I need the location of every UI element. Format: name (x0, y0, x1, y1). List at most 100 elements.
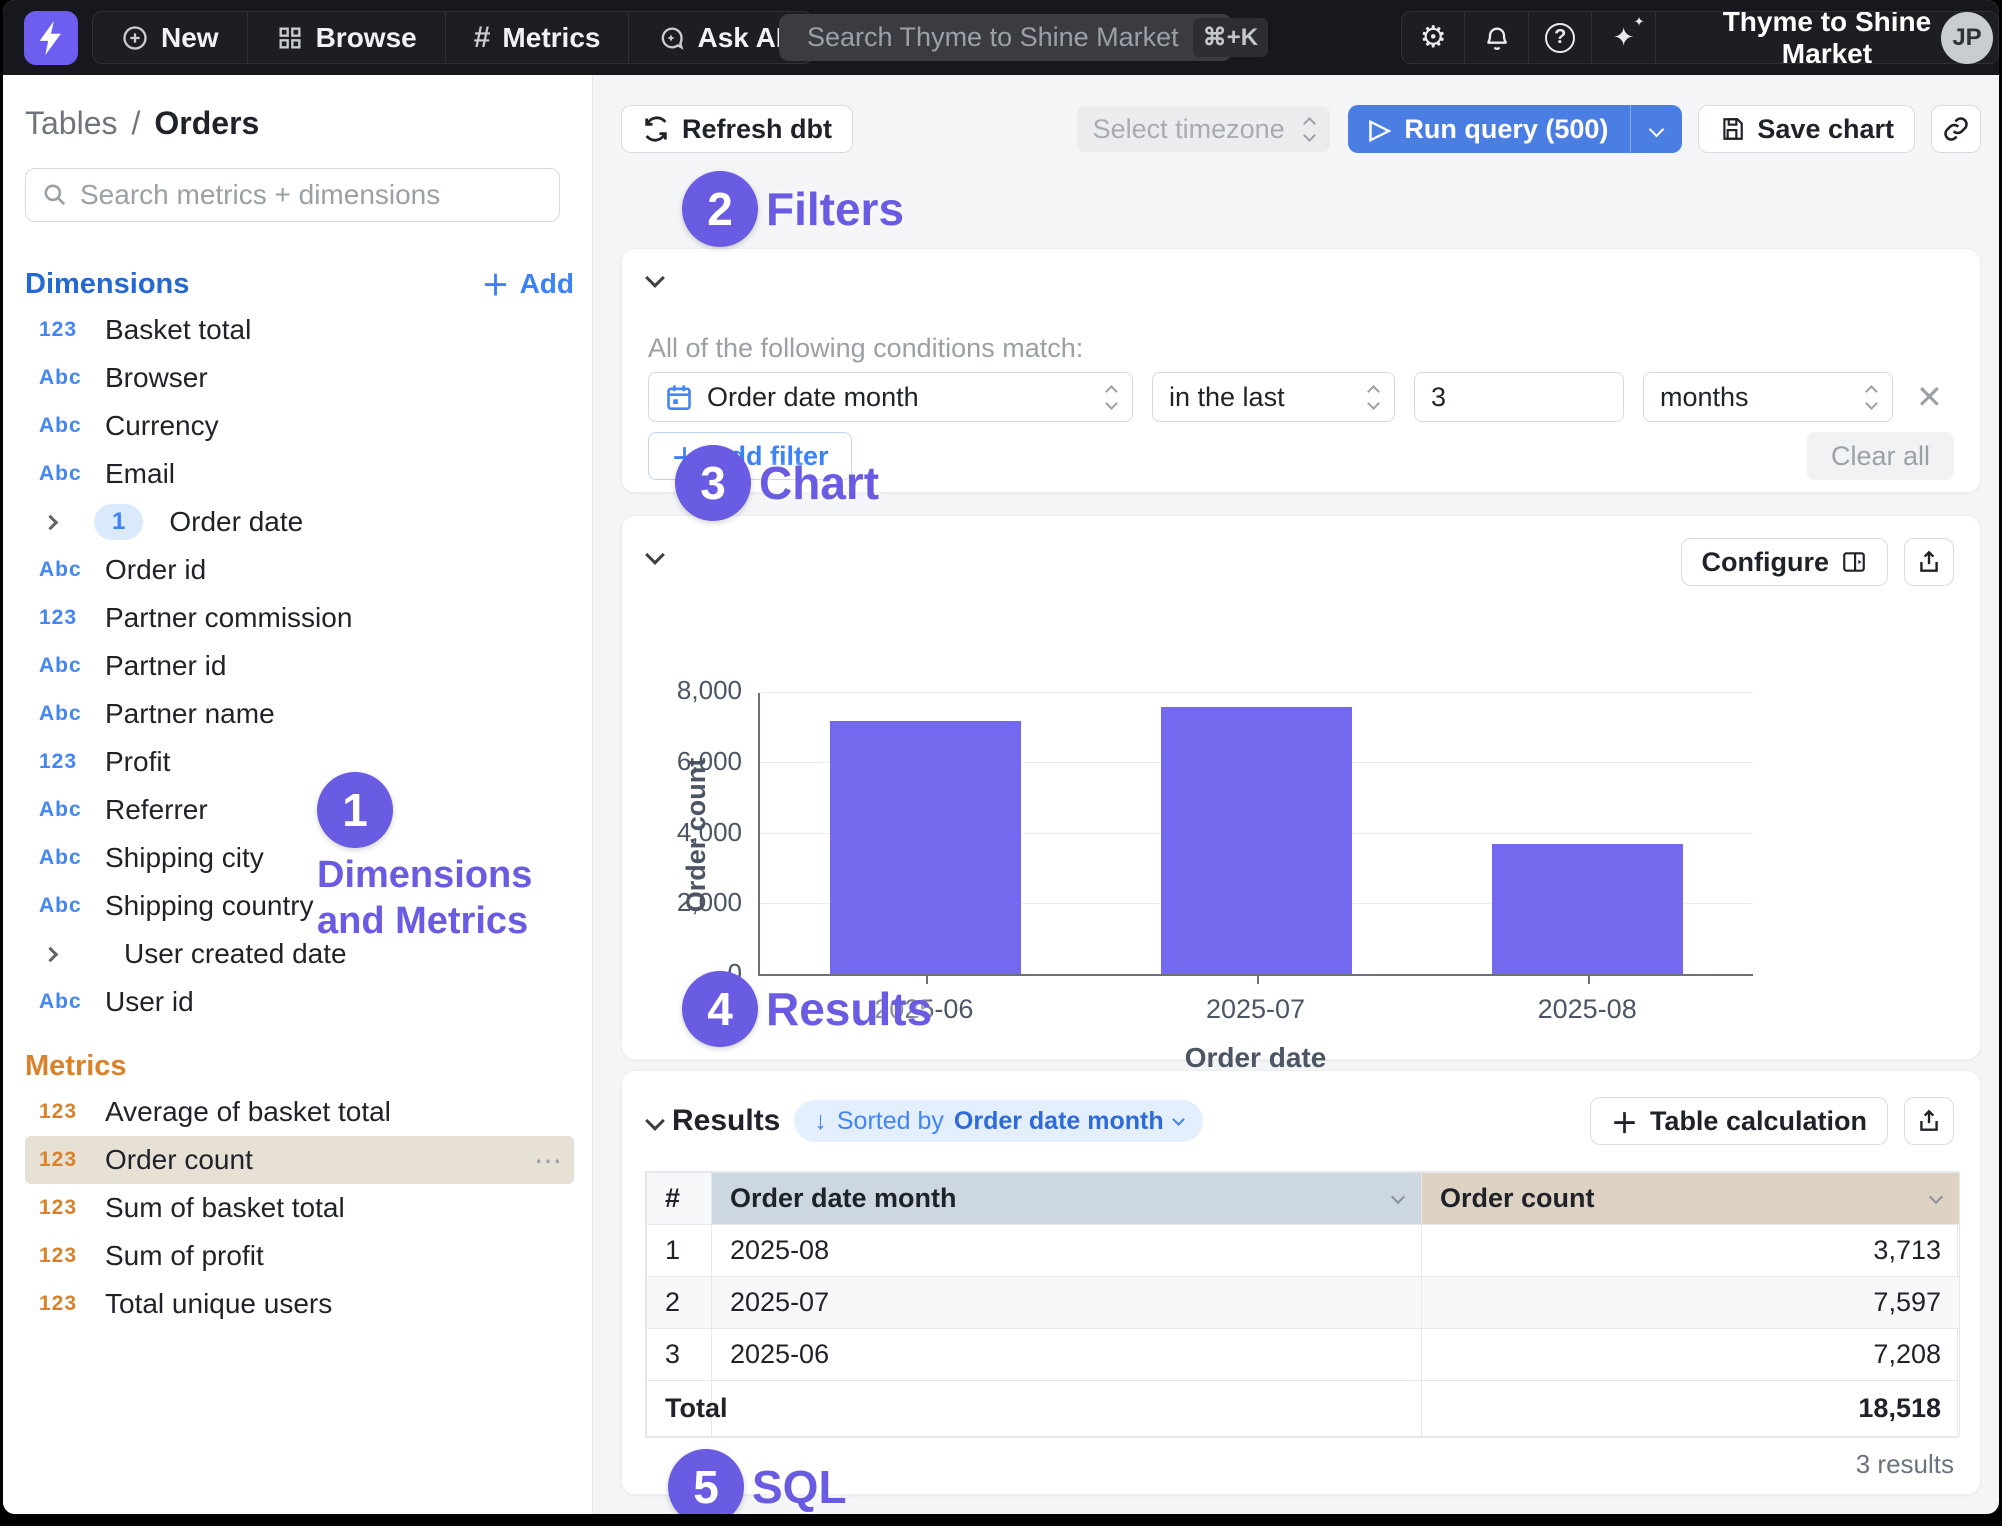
bar-band (1091, 693, 1422, 974)
filter-amount-field[interactable] (1415, 373, 1624, 421)
export-results-button[interactable] (1904, 1097, 1954, 1145)
results-section: Results ↓ Sorted by Order date month ＋ T… (621, 1070, 1981, 1495)
settings-button[interactable]: ⚙ (1402, 12, 1465, 63)
add-filter-label: Add filter (710, 441, 829, 472)
dimension-partner-commission[interactable]: 123Partner commission (25, 594, 574, 642)
table-row: 1 2025-08 3,713 (647, 1225, 1960, 1277)
chevron-right-icon[interactable] (43, 514, 59, 530)
row-index: 1 (647, 1225, 712, 1277)
collapse-filters-chevron[interactable] (645, 268, 665, 288)
filter-operator-select[interactable]: in the last (1152, 372, 1395, 422)
sorted-by-pill[interactable]: ↓ Sorted by Order date month (794, 1100, 1202, 1142)
string-type-icon: Abc (39, 366, 85, 390)
dimension-currency[interactable]: AbcCurrency (25, 402, 574, 450)
dimension-order-id[interactable]: AbcOrder id (25, 546, 574, 594)
dimension-user-created-date[interactable]: User created date (25, 930, 574, 978)
filter-field-select[interactable]: Order date month (648, 372, 1133, 422)
app-logo[interactable] (24, 11, 78, 65)
metric-order-count[interactable]: 123Order count⋯ (25, 1136, 574, 1184)
column-header-order-count[interactable]: Order count (1422, 1173, 1960, 1225)
field-label: Referrer (105, 794, 208, 826)
nav-new-button[interactable]: New (93, 12, 248, 63)
play-icon: ▷ (1370, 114, 1391, 145)
nav-new-label: New (161, 22, 219, 54)
bar-group (760, 693, 1753, 974)
chevron-right-icon[interactable] (43, 946, 59, 962)
filters-subtitle: All of the following conditions match: (648, 333, 1980, 364)
filters-section: All of the following conditions match: O… (621, 248, 1981, 493)
field-label: Partner name (105, 698, 275, 730)
filter-amount-input (1414, 372, 1624, 422)
bar-2025-07[interactable] (1161, 707, 1353, 974)
dimension-order-date[interactable]: 1Order date (25, 498, 574, 546)
field-label: Order count (105, 1144, 253, 1176)
user-avatar[interactable]: JP (1941, 12, 1993, 64)
nav-metrics-button[interactable]: # Metrics (446, 12, 630, 63)
share-link-button[interactable] (1931, 105, 1981, 153)
arrow-down-icon: ↓ (814, 1107, 827, 1136)
panel-icon (1841, 549, 1867, 575)
nav-browse-label: Browse (316, 22, 417, 54)
number-type-icon: 123 (39, 1244, 85, 1268)
dimension-referrer[interactable]: AbcReferrer (25, 786, 574, 834)
bar-2025-08[interactable] (1492, 844, 1684, 974)
x-axis-labels: 2025-062025-072025-08 (758, 976, 1753, 1025)
chart-plot (758, 693, 1753, 976)
chevron-down-icon[interactable] (1391, 1189, 1405, 1203)
sidebar-search-input[interactable] (80, 179, 543, 211)
dimension-partner-id[interactable]: AbcPartner id (25, 642, 574, 690)
table-calculation-button[interactable]: ＋ Table calculation (1590, 1097, 1888, 1145)
collapse-results-chevron[interactable] (645, 1111, 665, 1131)
dimension-shipping-city[interactable]: AbcShipping city (25, 834, 574, 882)
column-header-order-date-month[interactable]: Order date month (712, 1173, 1422, 1225)
dimension-partner-name[interactable]: AbcPartner name (25, 690, 574, 738)
empty-cell (712, 1381, 1422, 1437)
more-options-icon[interactable]: ⋯ (534, 1144, 564, 1177)
breadcrumb: Tables / Orders (25, 105, 574, 142)
add-dimension-button[interactable]: ＋ Add (482, 264, 574, 304)
table-calculation-label: Table calculation (1650, 1106, 1867, 1137)
filter-unit-select[interactable]: months (1643, 372, 1893, 422)
metric-average-basket-total[interactable]: 123Average of basket total (25, 1088, 574, 1136)
field-label: Total unique users (105, 1288, 332, 1320)
save-chart-button[interactable]: Save chart (1698, 105, 1915, 153)
main-toolbar: Refresh dbt Select timezone ▷Run query (… (621, 105, 1981, 153)
y-tick-label: 0 (728, 958, 742, 989)
bar-chart: Order count 02,0004,0006,0008,000 2025-0… (758, 693, 1753, 976)
configure-chart-button[interactable]: Configure (1681, 538, 1889, 586)
string-type-icon: Abc (39, 462, 85, 486)
dimension-user-id[interactable]: AbcUser id (25, 978, 574, 1026)
metric-sum-basket-total[interactable]: 123Sum of basket total (25, 1184, 574, 1232)
chevron-down-icon[interactable] (1929, 1189, 1943, 1203)
timezone-select[interactable]: Select timezone (1077, 106, 1330, 152)
clear-all-button[interactable]: Clear all (1807, 432, 1954, 480)
run-query-dropdown[interactable] (1630, 105, 1682, 153)
refresh-dbt-button[interactable]: Refresh dbt (621, 105, 853, 153)
string-type-icon: Abc (39, 414, 85, 438)
help-button[interactable]: ? (1529, 12, 1592, 63)
save-icon (1719, 116, 1745, 142)
dimension-browser[interactable]: AbcBrowser (25, 354, 574, 402)
bar-2025-06[interactable] (830, 721, 1022, 974)
metric-total-unique-users[interactable]: 123Total unique users (25, 1280, 574, 1328)
field-label: User created date (124, 938, 347, 970)
number-type-icon: 123 (39, 750, 85, 774)
dimension-email[interactable]: AbcEmail (25, 450, 574, 498)
run-query-button[interactable]: ▷Run query (500) (1348, 105, 1683, 153)
sidebar-search[interactable] (25, 168, 560, 222)
dimension-basket-total[interactable]: 123Basket total (25, 306, 574, 354)
export-chart-button[interactable] (1904, 538, 1954, 586)
remove-filter-button[interactable]: ✕ (1916, 378, 1943, 416)
app-window: New Browse # Metrics Ask AI Search Thy (3, 0, 1999, 1514)
notifications-button[interactable] (1465, 12, 1528, 63)
dimension-profit[interactable]: 123Profit (25, 738, 574, 786)
breadcrumb-tables-link[interactable]: Tables (25, 105, 118, 142)
plus-circle-icon (121, 24, 149, 52)
add-filter-button[interactable]: ＋ Add filter (648, 432, 852, 480)
ai-sparkles-button[interactable]: ✦ (1592, 12, 1655, 63)
dimension-shipping-country[interactable]: AbcShipping country (25, 882, 574, 930)
metric-sum-profit[interactable]: 123Sum of profit (25, 1232, 574, 1280)
global-search-input[interactable]: Search Thyme to Shine Market ⌘+K (779, 14, 1232, 61)
nav-browse-button[interactable]: Browse (248, 12, 446, 63)
order-count-cell: 3,713 (1422, 1225, 1960, 1277)
